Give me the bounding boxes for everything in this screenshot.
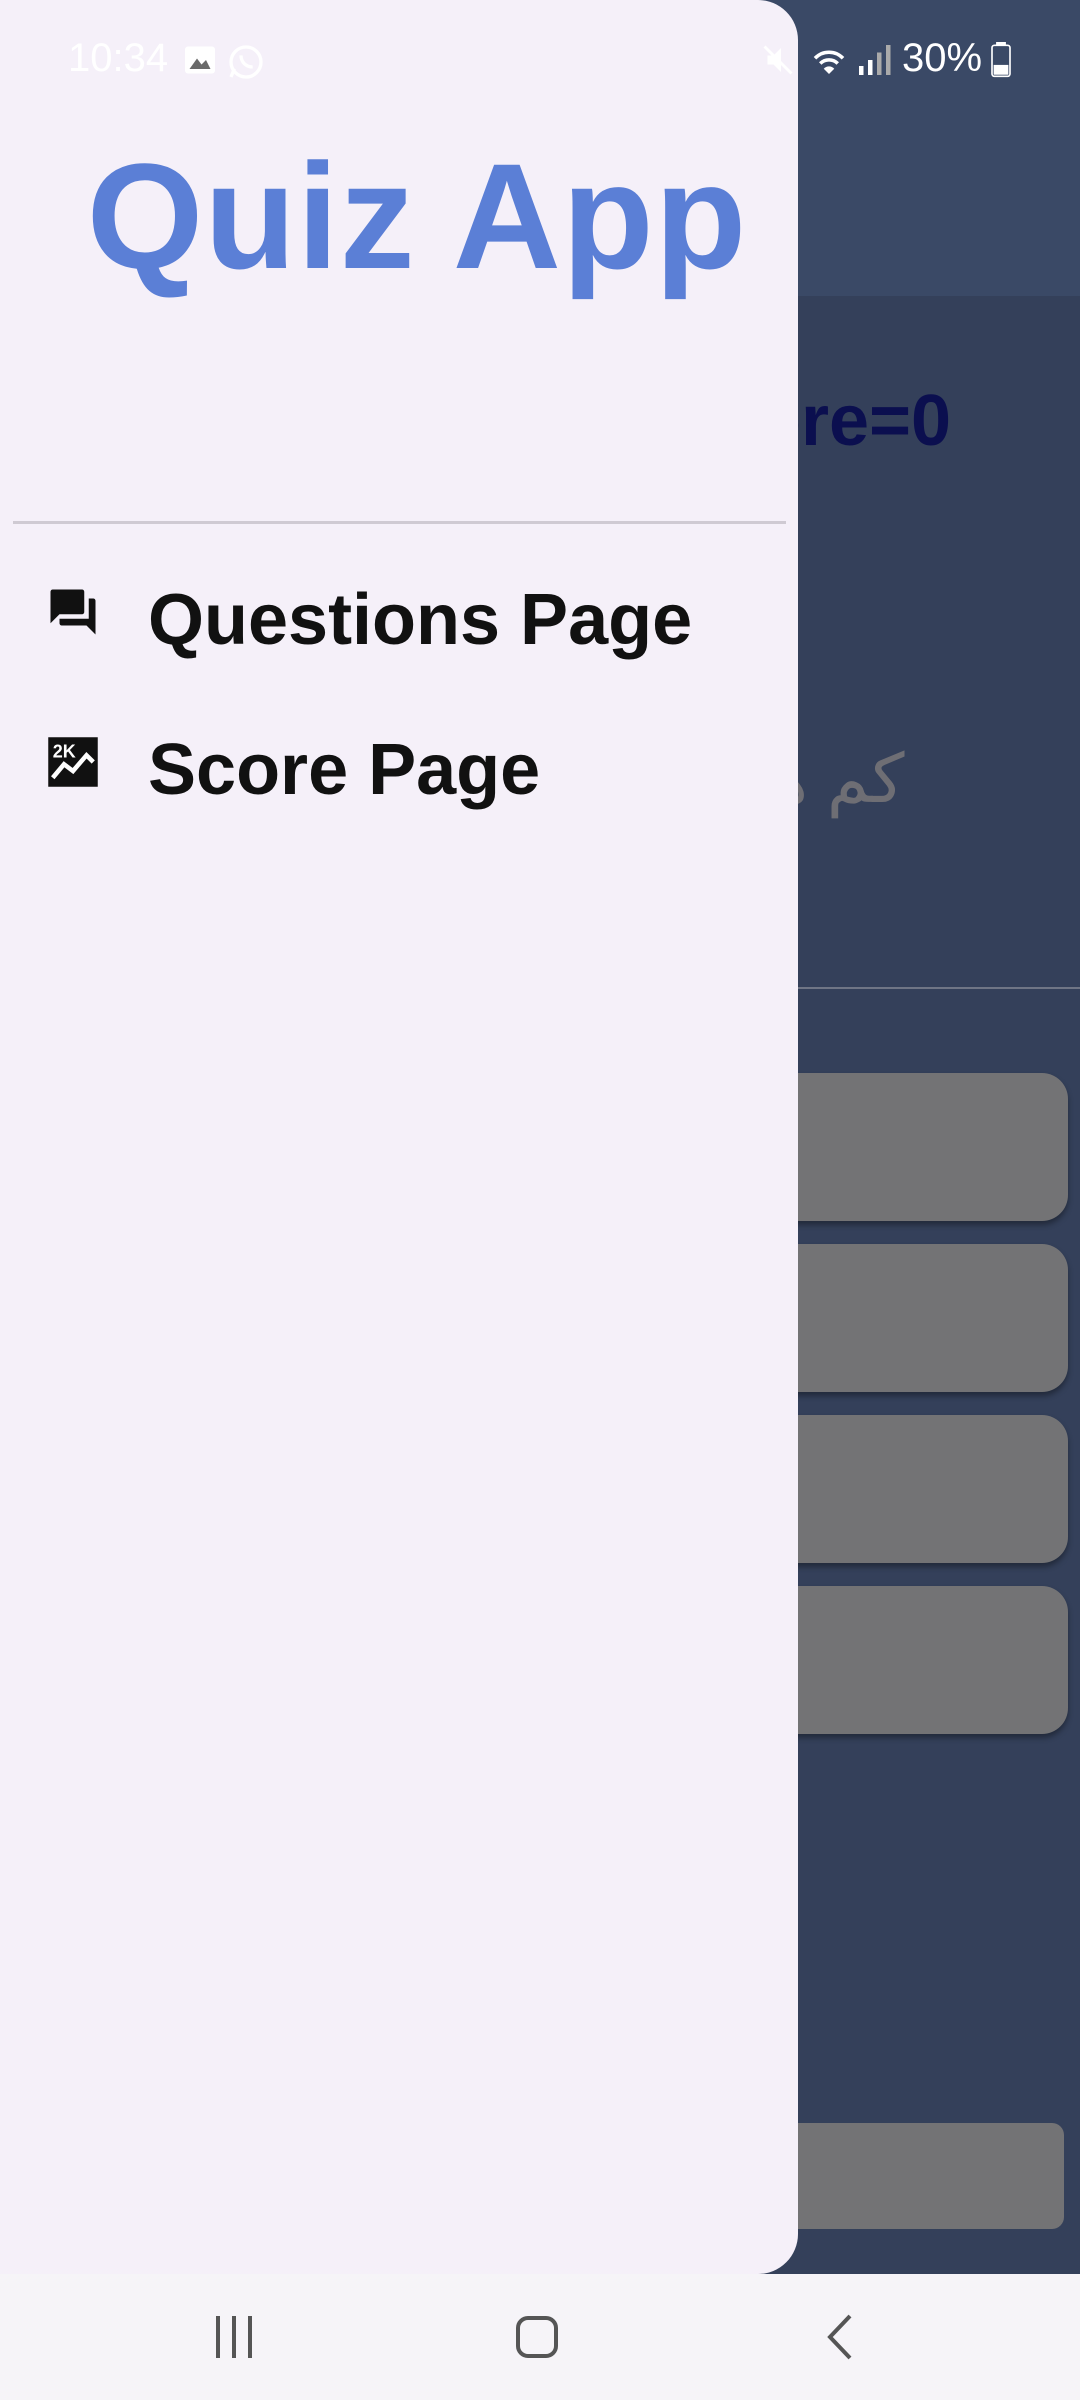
navigation-bar: [0, 2274, 1080, 2400]
signal-icon: [856, 42, 892, 83]
drawer-title: Quiz App: [86, 132, 748, 300]
back-icon[interactable]: [820, 2312, 860, 2367]
score-chart-icon: 2K: [46, 735, 100, 789]
status-time: 10:34: [68, 36, 169, 80]
drawer-divider: [13, 521, 786, 524]
battery-icon: [990, 42, 1012, 83]
navigation-drawer: Quiz App Questions Page 2K Score Page: [0, 0, 798, 2274]
battery-percentage: 30%: [902, 36, 983, 80]
status-bar: 10:34 30%: [0, 0, 1080, 120]
gallery-icon: [182, 42, 218, 83]
drawer-item-score-page[interactable]: 2K Score Page: [0, 697, 798, 827]
home-icon[interactable]: [514, 2312, 560, 2367]
drawer-item-questions-page[interactable]: Questions Page: [0, 547, 798, 677]
whatsapp-icon: [226, 42, 266, 87]
drawer-item-label: Questions Page: [148, 580, 693, 660]
svg-text:2K: 2K: [53, 742, 76, 762]
mute-icon: [760, 42, 796, 83]
wifi-icon: [808, 42, 850, 83]
forum-icon: [46, 585, 100, 639]
drawer-item-label: Score Page: [148, 730, 541, 810]
recent-apps-icon[interactable]: [212, 2312, 256, 2367]
